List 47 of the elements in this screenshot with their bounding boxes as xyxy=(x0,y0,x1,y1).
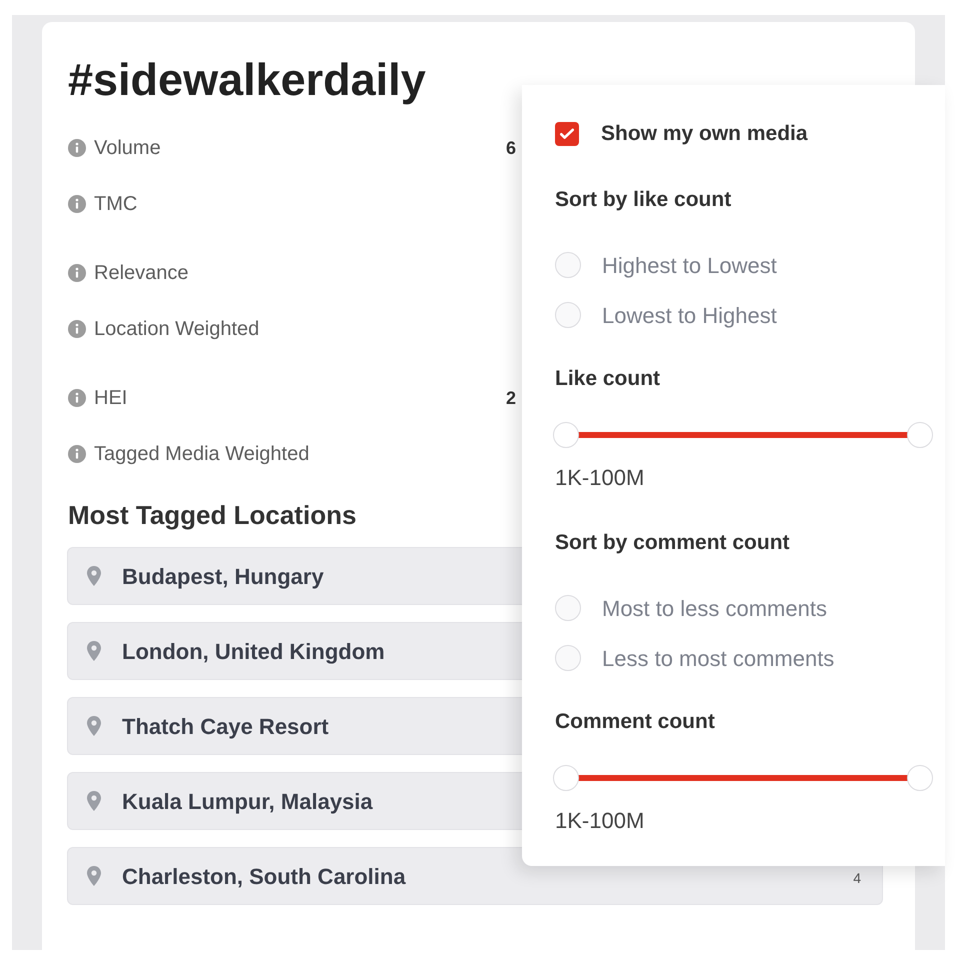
info-icon xyxy=(68,320,86,338)
range-reading: 1K-100M xyxy=(555,464,644,492)
metric-value: 6 xyxy=(506,136,516,160)
section-title: Like count xyxy=(555,366,660,392)
checkbox[interactable] xyxy=(555,122,579,146)
range-slider[interactable] xyxy=(553,422,933,448)
section-heading: Most Tagged Locations xyxy=(68,499,356,531)
slider-thumb[interactable] xyxy=(907,765,933,791)
info-icon xyxy=(68,139,86,157)
map-pin-icon xyxy=(87,791,101,811)
metric-label: Volume xyxy=(94,136,161,161)
location-name: Thatch Caye Resort xyxy=(122,712,329,741)
section-title: Comment count xyxy=(555,709,715,736)
location-name: Kuala Lumpur, Malaysia xyxy=(122,788,373,816)
checkmark-icon xyxy=(560,128,574,140)
map-pin-icon xyxy=(87,641,101,661)
info-icon xyxy=(68,195,86,213)
location-count: 4 xyxy=(853,868,861,884)
metric-label: HEI xyxy=(94,386,128,411)
slider-thumb[interactable] xyxy=(553,765,579,791)
range-slider[interactable] xyxy=(553,765,933,791)
location-name: Charleston, South Carolina xyxy=(122,862,406,890)
metric-label: Tagged Media Weighted xyxy=(94,442,310,467)
metric-label: TMC xyxy=(94,192,138,217)
location-name: London, United Kingdom xyxy=(122,638,385,666)
metric-value: 2 xyxy=(506,386,516,410)
radio-button[interactable] xyxy=(555,252,581,278)
radio-button[interactable] xyxy=(555,595,581,621)
radio-label: Highest to Lowest xyxy=(602,252,777,280)
radio-button[interactable] xyxy=(555,645,581,671)
map-pin-icon xyxy=(87,716,101,736)
checkbox-label: Show my own media xyxy=(601,121,808,148)
location-name: Budapest, Hungary xyxy=(122,562,324,591)
hashtag-title: #sidewalkerdaily xyxy=(68,55,426,105)
info-icon xyxy=(68,389,86,407)
map-pin-icon xyxy=(87,566,101,586)
radio-label: Lowest to Highest xyxy=(602,302,777,330)
radio-label: Less to most comments xyxy=(602,644,834,672)
slider-thumb[interactable] xyxy=(907,422,933,448)
metric-label: Location Weighted xyxy=(94,317,260,342)
map-pin-icon xyxy=(87,866,101,886)
slider-thumb[interactable] xyxy=(553,422,579,448)
info-icon xyxy=(68,445,86,463)
info-icon xyxy=(68,264,86,282)
section-title: Sort by like count xyxy=(555,187,732,214)
metric-label: Relevance xyxy=(94,261,189,286)
radio-button[interactable] xyxy=(555,302,581,328)
